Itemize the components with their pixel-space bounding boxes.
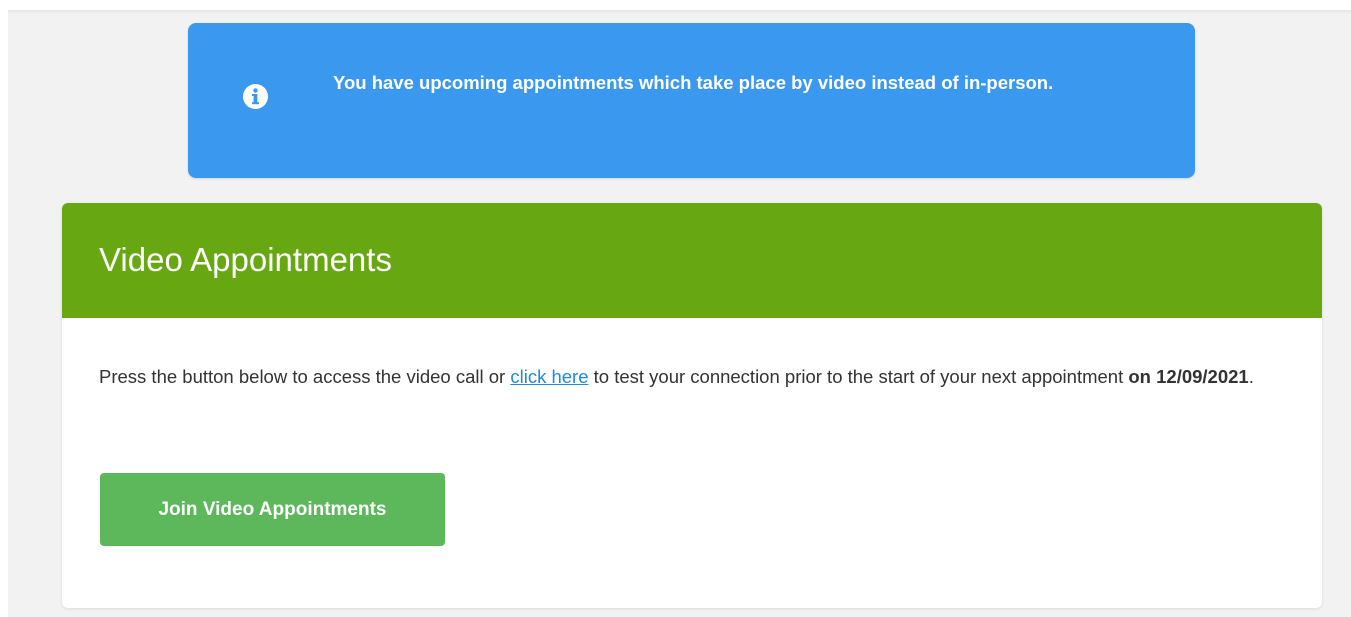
appointment-date: on 12/09/2021: [1128, 366, 1249, 387]
video-appointments-card: Video Appointments Press the button belo…: [62, 203, 1322, 608]
info-alert: You have upcoming appointments which tak…: [188, 23, 1195, 178]
page-background: You have upcoming appointments which tak…: [8, 10, 1351, 617]
test-connection-link[interactable]: click here: [510, 366, 588, 387]
join-video-appointments-button[interactable]: Join Video Appointments: [100, 473, 445, 546]
alert-message: You have upcoming appointments which tak…: [333, 72, 1054, 93]
card-description: Press the button below to access the vid…: [99, 358, 1279, 395]
description-text-end: .: [1248, 366, 1254, 387]
description-text-middle: to test your connection prior to the sta…: [588, 366, 1129, 387]
card-title: Video Appointments: [99, 241, 392, 278]
card-header: Video Appointments: [62, 203, 1322, 318]
description-text-start: Press the button below to access the vid…: [99, 366, 511, 387]
info-icon: [243, 84, 268, 109]
top-divider: [8, 10, 1351, 14]
